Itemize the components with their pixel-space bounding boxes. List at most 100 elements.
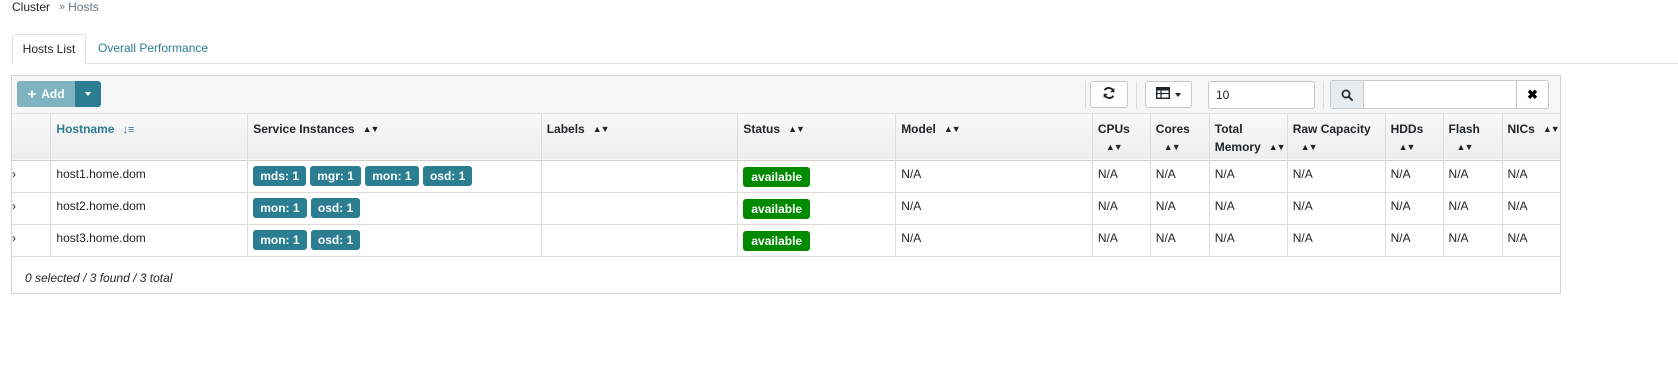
- plus-icon: +: [27, 85, 37, 103]
- cell-hostname: host1.home.dom: [50, 160, 249, 192]
- service-badge: osd: 1: [422, 165, 473, 186]
- chevron-right-icon: ›: [12, 166, 16, 181]
- cell-hostname: host2.home.dom: [50, 192, 249, 224]
- caret-down-icon: [1175, 92, 1181, 97]
- sort-icon: ▲▼: [788, 124, 805, 134]
- cell-raw-capacity: N/A: [1287, 224, 1386, 256]
- sort-icon: ▲▼: [1300, 142, 1318, 152]
- cell-flash: N/A: [1443, 224, 1503, 256]
- column-header-raw-capacity[interactable]: Raw Capacity▲▼: [1287, 114, 1386, 160]
- table-header-row: Hostname ↓≡ Service Instances ▲▼ Labels ▲▼ …: [12, 114, 1560, 160]
- row-expand-toggle[interactable]: ›: [12, 224, 52, 256]
- table-footer-summary: 0 selected / 3 found / 3 total: [25, 271, 173, 285]
- column-header-nics[interactable]: NICs ▲▼: [1502, 114, 1560, 160]
- chevron-right-icon: ›: [12, 230, 16, 245]
- sort-icon: ▲▼: [592, 124, 610, 134]
- add-button[interactable]: + Add: [17, 81, 75, 107]
- clear-search-button[interactable]: ✖: [1516, 81, 1548, 108]
- search-icon: [1331, 81, 1364, 108]
- sort-icon: ▲▼: [1542, 124, 1560, 134]
- column-header-hostname[interactable]: Hostname ↓≡: [50, 114, 249, 160]
- sort-icon: ▲▼: [1163, 142, 1181, 152]
- column-header-service-instances[interactable]: Service Instances ▲▼: [247, 114, 542, 160]
- cell-nics: N/A: [1507, 230, 1528, 245]
- expander-header: [12, 114, 52, 160]
- column-header-cpus[interactable]: CPUs▲▼: [1092, 114, 1151, 160]
- table-row[interactable]: › host2.home.dom mon: 1 osd: 1 available…: [12, 192, 1560, 224]
- toolbar-separator: [1136, 81, 1137, 109]
- sort-icon: ▲▼: [1268, 142, 1286, 152]
- column-header-labels[interactable]: Labels ▲▼: [541, 114, 739, 160]
- status-badge: available: [743, 230, 811, 251]
- cell-flash: N/A: [1443, 160, 1503, 192]
- add-button-label: Add: [41, 87, 65, 101]
- add-dropdown-toggle[interactable]: [75, 81, 101, 107]
- cell-hdds: N/A: [1385, 160, 1444, 192]
- chevron-right-icon: ›: [12, 198, 16, 213]
- page-size-input[interactable]: [1208, 81, 1315, 109]
- cell-raw-capacity: N/A: [1287, 192, 1386, 224]
- cell-labels: [541, 224, 739, 256]
- service-badge: mon: 1: [253, 229, 307, 250]
- row-expand-toggle[interactable]: ›: [12, 192, 52, 224]
- tab-hosts-list[interactable]: Hosts List: [12, 34, 86, 64]
- cell-hostname: host3.home.dom: [50, 224, 249, 256]
- cell-model: N/A: [895, 192, 1093, 224]
- cell-cores: N/A: [1150, 192, 1210, 224]
- sort-icon: ▲▼: [1398, 142, 1416, 152]
- table-icon: [1155, 86, 1171, 102]
- column-header-flash[interactable]: Flash▲▼: [1443, 114, 1503, 160]
- sort-icon: ▲▼: [1105, 142, 1123, 152]
- cell-service-instances: mon: 1 osd: 1: [247, 224, 542, 256]
- cell-raw-capacity: N/A: [1287, 160, 1386, 192]
- cell-service-instances: mds: 1 mgr: 1 mon: 1 osd: 1: [247, 160, 542, 192]
- table-toolbar: + Add 10 ✖: [12, 76, 1560, 114]
- sort-icon: ▲▼: [1456, 142, 1474, 152]
- column-header-status[interactable]: Status ▲▼: [737, 114, 897, 160]
- cell-hdds: N/A: [1385, 192, 1444, 224]
- cell-status: available: [737, 224, 897, 256]
- service-badge: osd: 1: [310, 197, 361, 218]
- table-row[interactable]: › host3.home.dom mon: 1 osd: 1 available…: [12, 224, 1560, 256]
- hosts-table: Hostname ↓≡ Service Instances ▲▼ Labels ▲▼ …: [12, 114, 1560, 257]
- cell-total-memory: N/A: [1209, 224, 1288, 256]
- cell-flash: N/A: [1443, 192, 1503, 224]
- column-header-model[interactable]: Model ▲▼: [895, 114, 1093, 160]
- status-badge: available: [743, 166, 811, 187]
- column-toggle-button[interactable]: [1145, 81, 1192, 108]
- search-group: ✖: [1330, 80, 1549, 109]
- cell-cpus: N/A: [1092, 160, 1151, 192]
- cell-nics: N/A: [1507, 198, 1528, 213]
- cell-cpus: N/A: [1092, 224, 1151, 256]
- breadcrumb-cluster[interactable]: Cluster: [12, 0, 50, 14]
- column-header-total-memory[interactable]: Total Memory ▲▼: [1209, 114, 1288, 160]
- cell-labels: [541, 192, 739, 224]
- service-badge: osd: 1: [310, 229, 361, 250]
- breadcrumb: Cluster » Hosts: [12, 0, 99, 14]
- refresh-button[interactable]: [1090, 81, 1128, 108]
- cell-model: N/A: [895, 224, 1093, 256]
- breadcrumb-hosts: Hosts: [68, 0, 99, 14]
- cell-cores: N/A: [1150, 224, 1210, 256]
- service-badge: mgr: 1: [310, 165, 361, 186]
- cell-cores: N/A: [1150, 160, 1210, 192]
- refresh-icon: [1102, 86, 1116, 103]
- status-badge: available: [743, 198, 811, 219]
- column-header-hdds[interactable]: HDDs▲▼: [1385, 114, 1444, 160]
- table-row[interactable]: › host1.home.dom mds: 1 mgr: 1 mon: 1 os…: [12, 160, 1560, 192]
- column-header-cores[interactable]: Cores▲▼: [1150, 114, 1210, 160]
- cell-total-memory: N/A: [1209, 160, 1288, 192]
- search-input[interactable]: [1365, 81, 1516, 108]
- toolbar-separator: [1323, 81, 1324, 109]
- tab-bar: Hosts List Overall Performance: [12, 34, 1678, 64]
- hosts-table-panel: + Add 10 ✖ Hostname ↓≡ Service Instances…: [11, 75, 1561, 294]
- cell-hdds: N/A: [1385, 224, 1444, 256]
- row-expand-toggle[interactable]: ›: [12, 160, 52, 192]
- sort-icon: ▲▼: [943, 124, 961, 134]
- tab-overall-performance[interactable]: Overall Performance: [86, 34, 220, 64]
- sort-asc-icon: ↓≡: [122, 124, 135, 136]
- cell-service-instances: mon: 1 osd: 1: [247, 192, 542, 224]
- cell-labels: [541, 160, 739, 192]
- cell-status: available: [737, 192, 897, 224]
- cell-status: available: [737, 160, 897, 192]
